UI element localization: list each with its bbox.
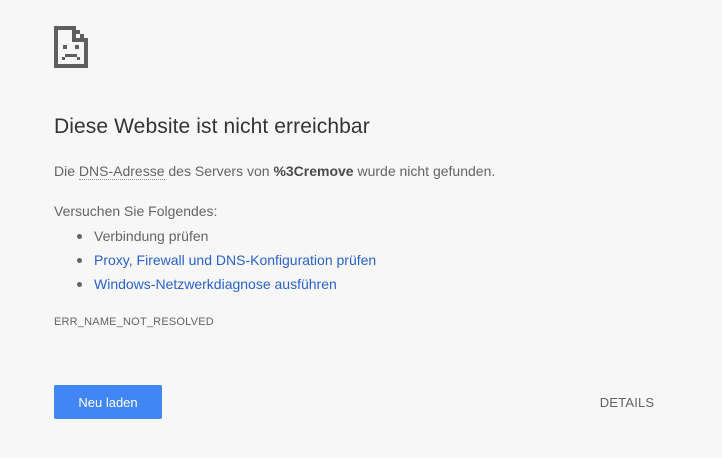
server-host-name: %3Cremove [273, 163, 354, 179]
suggestion-label: Verbindung prüfen [94, 228, 209, 244]
suggestion-item-check-connection: Verbindung prüfen [54, 227, 376, 251]
page-title: Diese Website ist nicht erreichbar [54, 115, 370, 138]
bullet-icon [77, 258, 82, 263]
reload-button[interactable]: Neu laden [54, 385, 162, 419]
suggestion-item-network-diagnostics[interactable]: Windows-Netzwerkdiagnose ausführen [54, 275, 376, 299]
network-diagnostics-link[interactable]: Windows-Netzwerkdiagnose ausführen [94, 276, 337, 292]
dns-term-abbreviation: DNS-Adresse [78, 163, 165, 180]
suggestion-item-proxy-firewall-dns[interactable]: Proxy, Firewall und DNS-Konfiguration pr… [54, 251, 376, 275]
suggestions-heading: Versuchen Sie Folgendes: [54, 203, 218, 219]
summary-middle: des Servers von [164, 163, 274, 179]
error-code: ERR_NAME_NOT_RESOLVED [54, 316, 214, 328]
proxy-firewall-dns-link[interactable]: Proxy, Firewall und DNS-Konfiguration pr… [94, 252, 376, 268]
suggestions-list: Verbindung prüfen Proxy, Firewall und DN… [54, 227, 376, 299]
summary-prefix: Die [54, 163, 79, 179]
error-summary: Die DNS-Adresse des Servers von %3Cremov… [54, 163, 496, 180]
details-button[interactable]: DETAILS [586, 385, 668, 419]
summary-suffix: wurde nicht gefunden. [353, 163, 496, 179]
sad-document-icon [54, 26, 88, 68]
bullet-icon [77, 234, 82, 239]
bullet-icon [77, 282, 82, 287]
